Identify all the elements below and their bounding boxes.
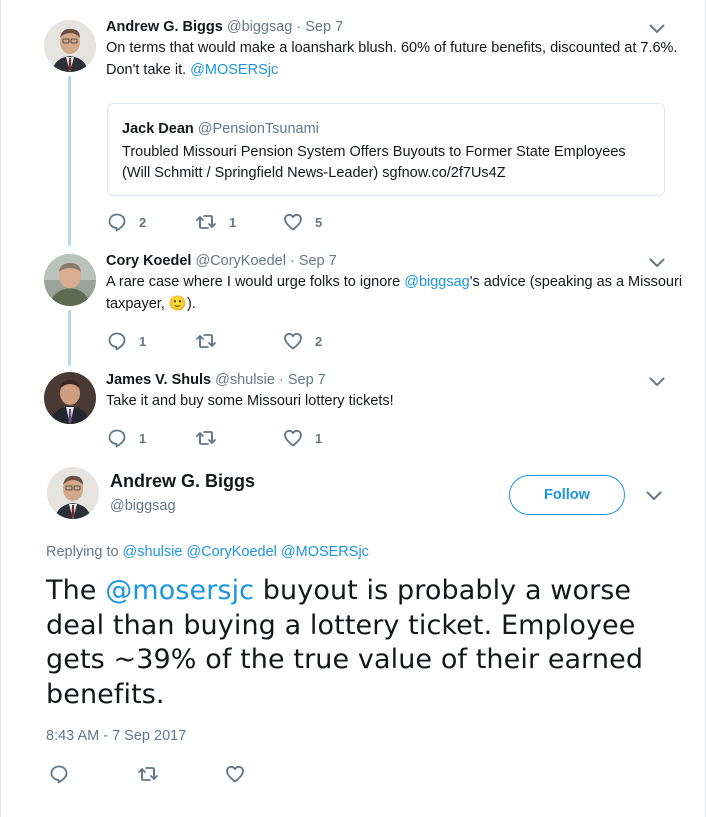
reply-count: 1 — [139, 333, 147, 349]
reply-tweet[interactable]: James V. Shuls @shulsie · Sep 7 Take it … — [106, 371, 685, 412]
quoted-text: Troubled Missouri Pension System Offers … — [122, 144, 626, 181]
mention-link[interactable]: @MOSERSjc — [190, 62, 278, 78]
tweet-header: Cory Koedel @CoryKoedel · Sep 7 — [106, 252, 685, 270]
tweet-actions: 1 2 — [107, 331, 371, 351]
author-handle[interactable]: @shulsie — [215, 372, 275, 388]
mention-link[interactable]: @mosersjc — [105, 575, 254, 606]
author-name[interactable]: Andrew G. Biggs — [106, 19, 223, 35]
tweet-text: A rare case where I would urge folks to … — [106, 271, 685, 315]
chevron-down-icon[interactable] — [649, 24, 665, 34]
main-tweet-actions — [49, 764, 313, 784]
quoted-author-name: Jack Dean — [122, 121, 194, 137]
avatar[interactable] — [44, 372, 96, 424]
retweet-icon — [138, 767, 158, 781]
main-tweet-text-body: The — [46, 575, 106, 606]
retweet-icon — [196, 431, 216, 445]
smile-emoji: 🙂 — [168, 296, 187, 312]
retweet-button[interactable]: 1 — [195, 212, 283, 232]
reply-tweet[interactable]: Andrew G. Biggs @biggsag · Sep 7 On term… — [106, 18, 685, 81]
tweet-text: Take it and buy some Missouri lottery ti… — [106, 393, 394, 409]
avatar[interactable] — [44, 254, 96, 306]
tweet-text: On terms that would make a loanshark blu… — [106, 37, 685, 81]
tweet-timestamp[interactable]: 8:43 AM - 7 Sep 2017 — [46, 728, 186, 744]
retweet-icon — [196, 215, 216, 229]
tweet-header: James V. Shuls @shulsie · Sep 7 — [106, 371, 685, 389]
reply-button[interactable]: 2 — [107, 212, 195, 232]
reply-button[interactable] — [49, 764, 137, 784]
thread-line — [68, 76, 71, 246]
like-button[interactable] — [225, 764, 313, 784]
author-handle[interactable]: @CoryKoedel — [195, 253, 285, 269]
reply-count: 1 — [139, 430, 147, 446]
replying-to: Replying to @shulsie @CoryKoedel @MOSERSjc — [46, 544, 369, 560]
replying-to-mention[interactable]: @shulsie — [123, 544, 183, 560]
reply-tweet[interactable]: Cory Koedel @CoryKoedel · Sep 7 A rare c… — [106, 252, 685, 315]
quoted-tweet[interactable]: Jack Dean @PensionTsunami Troubled Misso… — [107, 103, 665, 196]
thread-line — [68, 310, 71, 366]
tweet-actions: 2 1 5 — [107, 212, 371, 232]
like-count: 1 — [315, 430, 323, 446]
quoted-header: Jack Dean @PensionTsunami — [122, 120, 650, 138]
like-button[interactable]: 2 — [283, 331, 371, 351]
retweet-count: 1 — [229, 214, 237, 230]
avatar[interactable] — [44, 20, 96, 72]
follow-button[interactable]: Follow — [509, 475, 625, 515]
tweet-date[interactable]: · Sep 7 — [279, 372, 326, 388]
replying-to-label: Replying to — [46, 544, 119, 560]
retweet-icon — [196, 334, 216, 348]
like-count: 5 — [315, 214, 323, 230]
tweet-text-body: A rare case where I would urge folks to … — [106, 274, 405, 290]
chevron-down-icon[interactable] — [649, 258, 665, 268]
reply-icon — [50, 765, 68, 784]
retweet-button[interactable] — [195, 331, 283, 351]
chevron-down-icon[interactable] — [646, 491, 662, 501]
reply-count: 2 — [139, 214, 147, 230]
reply-button[interactable]: 1 — [107, 428, 195, 448]
tweet-date[interactable]: · Sep 7 — [290, 253, 337, 269]
reply-icon — [108, 332, 126, 351]
like-button[interactable]: 5 — [283, 212, 371, 232]
author-handle[interactable]: @biggsag — [227, 19, 293, 35]
like-count: 2 — [315, 333, 323, 349]
like-icon — [284, 429, 302, 447]
tweet-date[interactable]: · Sep 7 — [296, 19, 343, 35]
main-tweet-text: The @mosersjc buyout is probably a worse… — [46, 574, 666, 712]
main-author-name[interactable]: Andrew G. Biggs — [110, 471, 255, 492]
replying-to-mention[interactable]: @MOSERSjc — [281, 544, 369, 560]
tweet-actions: 1 1 — [107, 428, 371, 448]
tweet-thread: Andrew G. Biggs @biggsag · Sep 7 On term… — [0, 0, 706, 817]
author-name[interactable]: James V. Shuls — [106, 372, 211, 388]
reply-button[interactable]: 1 — [107, 331, 195, 351]
replying-to-mention[interactable]: @CoryKoedel — [186, 544, 276, 560]
quoted-author-handle: @PensionTsunami — [197, 121, 319, 137]
tweet-header: Andrew G. Biggs @biggsag · Sep 7 — [106, 18, 685, 36]
like-icon — [284, 213, 302, 231]
tweet-text-body: ). — [186, 296, 196, 312]
reply-icon — [108, 429, 126, 448]
like-button[interactable]: 1 — [283, 428, 371, 448]
avatar[interactable] — [47, 467, 99, 519]
retweet-button[interactable] — [137, 764, 225, 784]
like-icon — [284, 332, 302, 350]
chevron-down-icon[interactable] — [649, 377, 665, 387]
mention-link[interactable]: @biggsag — [404, 274, 470, 290]
like-icon — [226, 765, 244, 783]
retweet-button[interactable] — [195, 428, 283, 448]
author-name[interactable]: Cory Koedel — [106, 253, 191, 269]
reply-icon — [108, 213, 126, 232]
main-author-handle[interactable]: @biggsag — [110, 498, 176, 514]
